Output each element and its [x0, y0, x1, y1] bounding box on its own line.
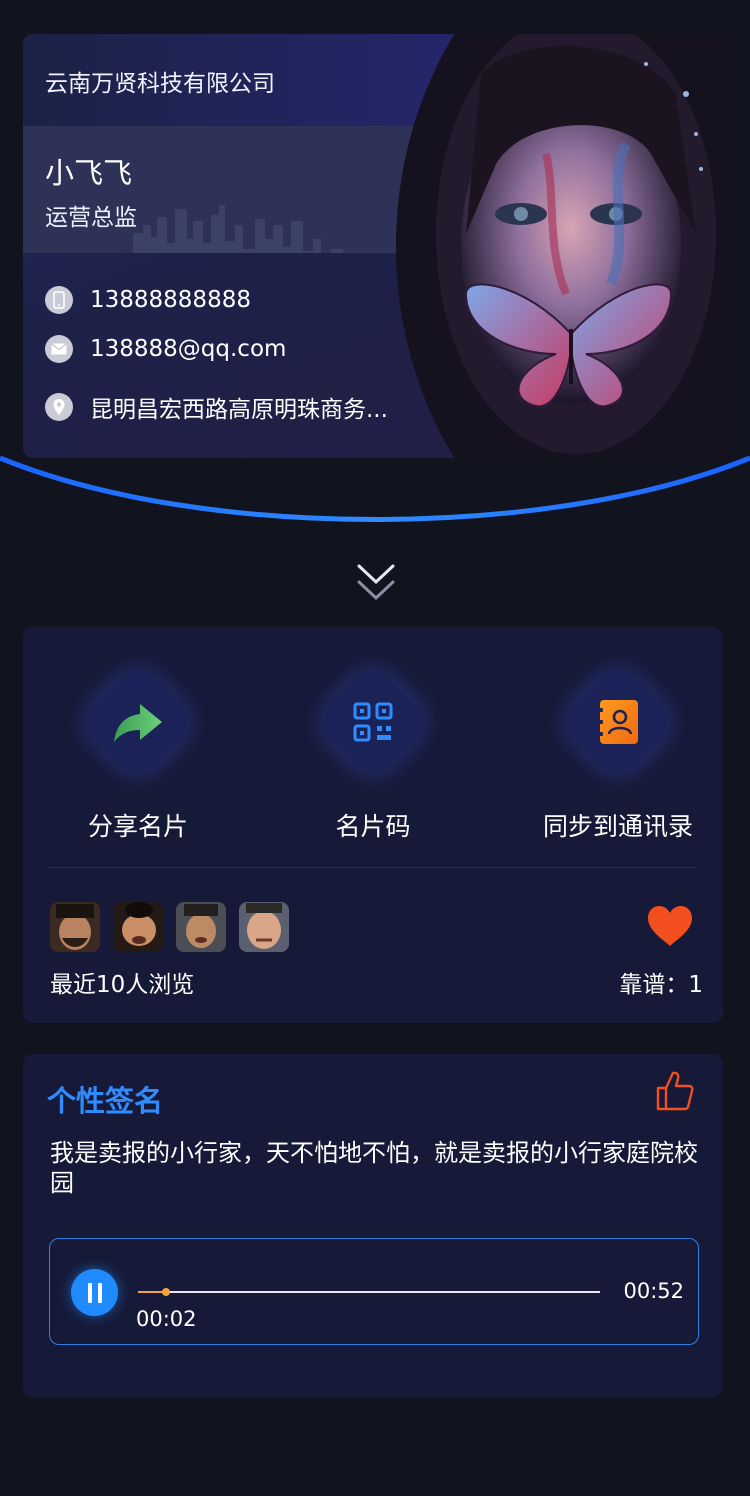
chevron-down-icon[interactable] [356, 562, 396, 604]
contact-email[interactable]: 138888@qq.com [45, 335, 286, 363]
contact-phone[interactable]: 13888888888 [45, 286, 251, 314]
reliable-count: 靠谱：1 [619, 972, 703, 998]
wave-divider [0, 455, 750, 522]
card-qr-button[interactable]: 名片码 [263, 657, 483, 843]
company-name: 云南万贤科技有限公司 [45, 71, 275, 97]
current-time: 00:02 [136, 1307, 197, 1331]
share-card-label: 分享名片 [87, 812, 188, 841]
avatar[interactable] [50, 902, 100, 952]
profile-photo [396, 34, 726, 458]
signature-text: 我是卖报的小行家，天不怕地不怕，就是卖报的小行家庭院校园 [50, 1139, 698, 1197]
heart-icon[interactable] [646, 905, 694, 947]
phone-number: 13888888888 [90, 287, 251, 313]
recent-views-label: 最近10人浏览 [50, 972, 195, 998]
card-qr-label: 名片码 [335, 812, 411, 841]
email-address: 138888@qq.com [90, 336, 287, 362]
actions-panel: 分享名片 名片码 同步到通讯录 最近10人浏览 靠谱：1 [23, 627, 723, 1023]
share-card-button[interactable]: 分享名片 [28, 657, 248, 843]
mail-icon [45, 335, 73, 363]
person-name: 小飞飞 [45, 156, 133, 190]
audio-player: 00:02 00:52 [49, 1238, 699, 1345]
avatar[interactable] [239, 902, 289, 952]
visitor-avatars[interactable] [50, 902, 289, 952]
person-title: 运营总监 [45, 205, 137, 231]
phone-icon [45, 286, 73, 314]
audio-progress-bar[interactable] [138, 1288, 600, 1296]
sync-contacts-button[interactable]: 同步到通讯录 [508, 657, 728, 843]
avatar[interactable] [113, 902, 163, 952]
pause-button[interactable] [71, 1269, 118, 1316]
location-pin-icon [45, 393, 73, 421]
qr-code-icon [308, 657, 438, 787]
city-skyline-graphic [133, 205, 351, 253]
thumbs-up-icon[interactable] [655, 1070, 695, 1112]
contact-book-icon [553, 657, 683, 787]
avatar[interactable] [176, 902, 226, 952]
total-time: 00:52 [623, 1279, 684, 1303]
address-text: 昆明昌宏西路高原明珠商务... [90, 397, 388, 423]
business-card: 云南万贤科技有限公司 小飞飞 运营总监 13888888888 138888@q… [23, 34, 726, 458]
progress-handle[interactable] [161, 1288, 170, 1296]
share-arrow-icon [73, 657, 203, 787]
sync-contacts-label: 同步到通讯录 [542, 812, 693, 841]
divider [47, 867, 697, 868]
contact-address[interactable]: 昆明昌宏西路高原明珠商务... [45, 390, 388, 424]
signature-panel: 个性签名 我是卖报的小行家，天不怕地不怕，就是卖报的小行家庭院校园 00:02 … [23, 1054, 723, 1397]
signature-title: 个性签名 [47, 1084, 164, 1118]
